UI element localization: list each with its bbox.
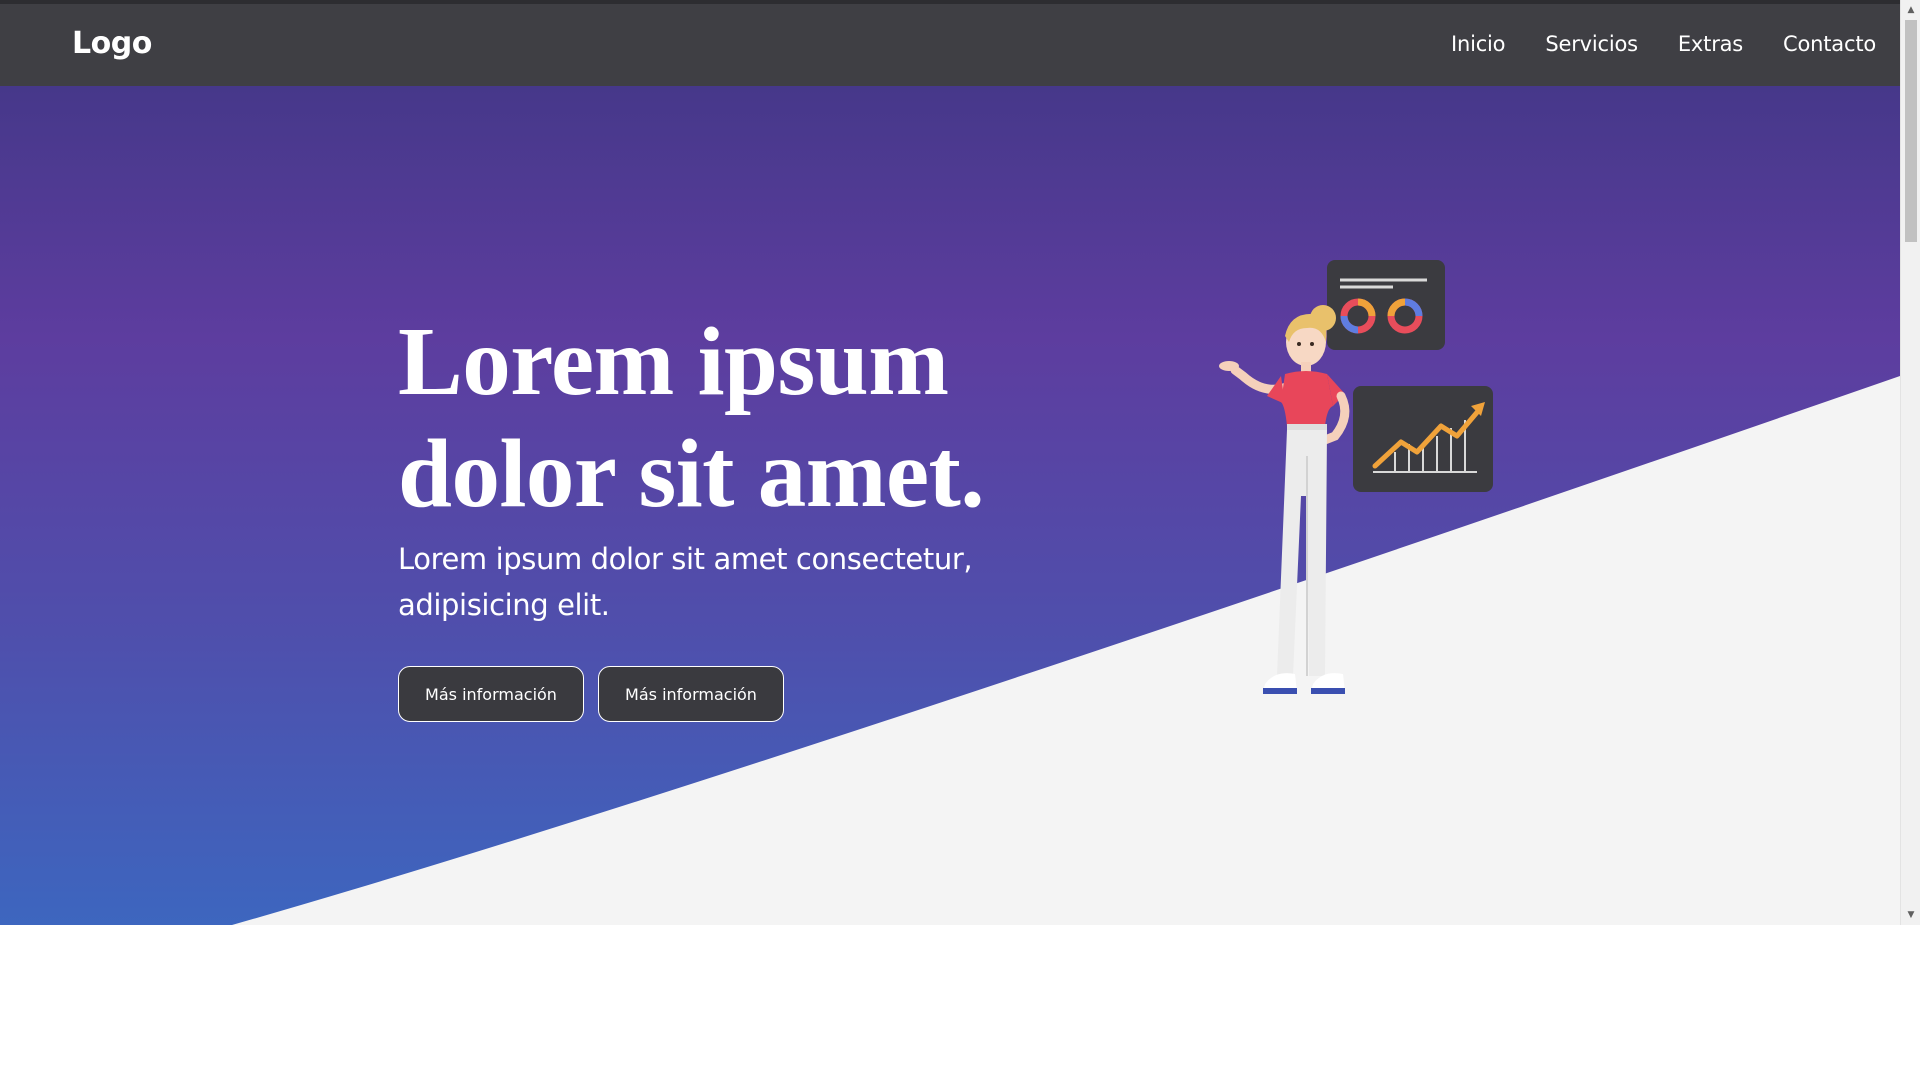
hero-buttons: Más información Más información — [398, 666, 1038, 722]
navbar: Logo Inicio Servicios Extras Contacto — [0, 0, 1900, 86]
scrollbar-thumb[interactable] — [1905, 20, 1917, 242]
scroll-up-arrow-icon[interactable]: ▲ — [1901, 2, 1920, 18]
logo[interactable]: Logo — [72, 26, 152, 61]
more-info-button-1[interactable]: Más información — [398, 666, 584, 722]
hero-content: Lorem ipsum dolor sit amet. Lorem ipsum … — [398, 306, 1038, 722]
scroll-down-arrow-icon[interactable]: ▼ — [1901, 907, 1920, 923]
nav-links: Inicio Servicios Extras Contacto — [1451, 32, 1876, 56]
nav-link-contacto[interactable]: Contacto — [1783, 32, 1876, 56]
nav-link-extras[interactable]: Extras — [1678, 32, 1743, 56]
woman-presenting-charts-illustration — [1219, 260, 1493, 694]
blank-area-below-viewport — [0, 925, 1920, 1080]
hero-section: Lorem ipsum dolor sit amet. Lorem ipsum … — [0, 86, 1900, 925]
nav-link-inicio[interactable]: Inicio — [1451, 32, 1506, 56]
woman-figure — [1219, 305, 1350, 694]
donut-chart-card — [1327, 260, 1445, 350]
nav-link-servicios[interactable]: Servicios — [1545, 32, 1638, 56]
vertical-scrollbar[interactable]: ▲ ▼ — [1900, 0, 1920, 925]
more-info-button-2[interactable]: Más información — [598, 666, 784, 722]
growth-chart-card — [1353, 386, 1493, 492]
hero-subtitle: Lorem ipsum dolor sit amet consectetur, … — [398, 542, 973, 622]
hero-title: Lorem ipsum dolor sit amet. — [398, 308, 985, 527]
browser-viewport: Logo Inicio Servicios Extras Contacto Lo… — [0, 0, 1920, 925]
